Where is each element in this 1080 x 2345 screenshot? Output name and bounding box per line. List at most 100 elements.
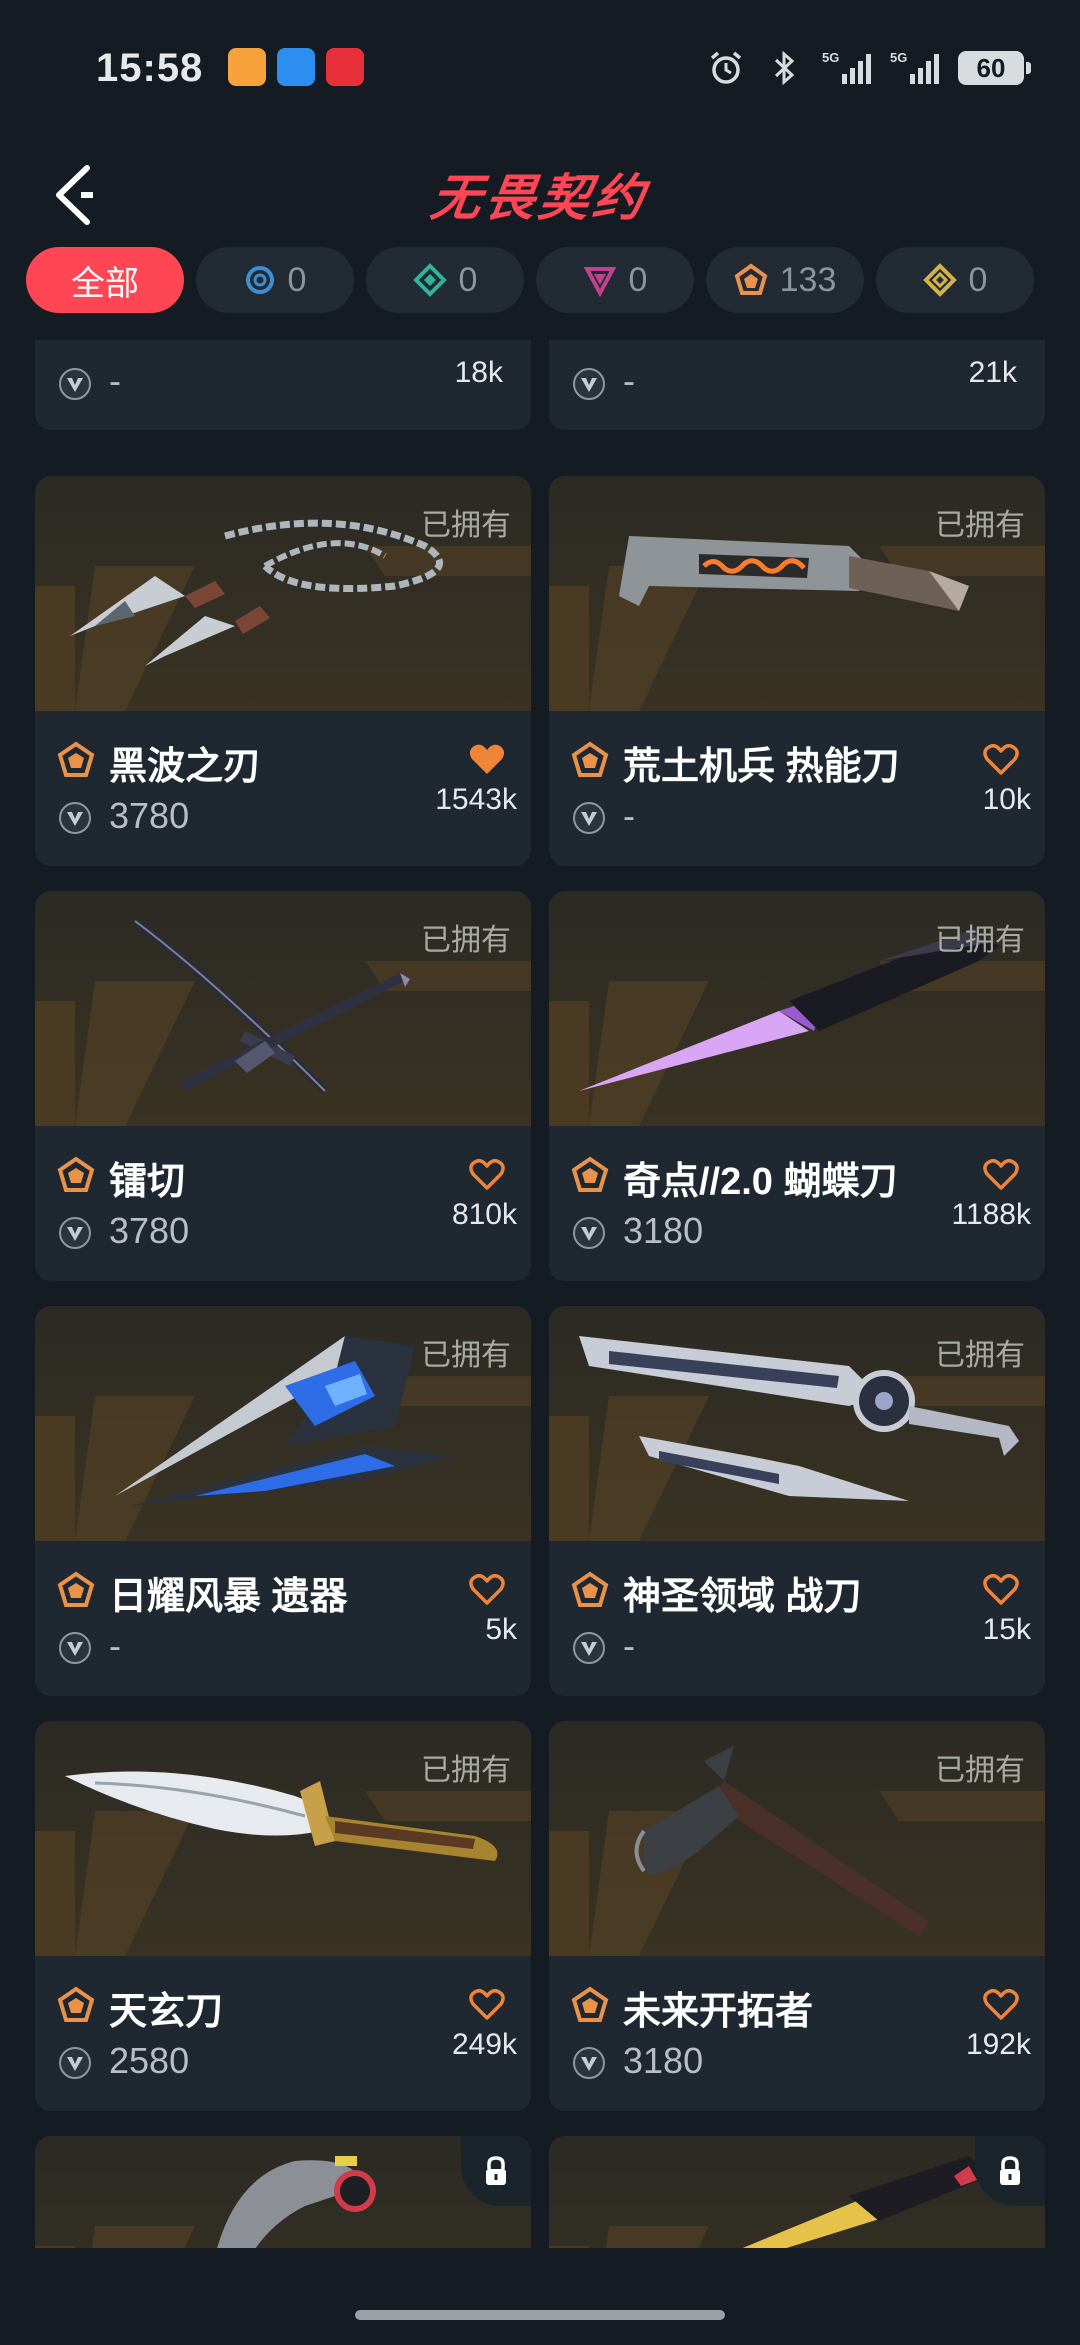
skin-card[interactable]: 已拥有 奇点//2.0 蝴蝶刀 3180 1188k	[549, 891, 1045, 1281]
tab-premium-tier[interactable]: 0	[536, 247, 694, 313]
heart-outline-icon[interactable]	[981, 1984, 1021, 2024]
weapon-image	[742, 2156, 989, 2248]
heart-outline-icon[interactable]	[467, 1984, 507, 2024]
tab-select-tier[interactable]: 0	[196, 247, 354, 313]
skin-name: 镭切	[109, 1161, 186, 1203]
vp-currency-icon	[573, 368, 605, 400]
owned-label: 已拥有	[421, 1339, 511, 1372]
skin-price: -	[623, 795, 635, 836]
skin-preview	[35, 2136, 531, 2248]
vp-currency-icon	[59, 2047, 91, 2079]
skin-price: 3180	[623, 1210, 704, 1251]
exclusive-tier-icon	[57, 1986, 95, 2022]
skin-preview: 已拥有	[549, 1721, 1045, 1956]
exclusive-tier-icon	[571, 1156, 609, 1192]
skin-name: 神圣领域 战刀	[623, 1576, 862, 1618]
like-count: 18k	[454, 356, 503, 389]
tab-label: 全部	[71, 264, 139, 303]
lock-icon	[1000, 2156, 1020, 2185]
skin-card[interactable]: 已拥有 黑波之刃 3780 1543k	[35, 476, 531, 866]
bluetooth-icon	[774, 50, 795, 86]
skin-card[interactable]: 已拥有 荒土机兵 热能刀 - 10k	[549, 476, 1045, 866]
card-info: 天玄刀 2580 249k	[35, 1956, 531, 2111]
like-count: 1543k	[435, 783, 517, 816]
skin-price: 3780	[109, 795, 190, 836]
heart-outline-icon[interactable]	[981, 739, 1021, 779]
exclusive-tier-icon	[57, 1156, 95, 1192]
app-notification-icon	[326, 48, 364, 86]
tab-count: 0	[628, 260, 648, 299]
svg-text:5G: 5G	[890, 50, 907, 65]
exclusive-tier-icon	[571, 741, 609, 777]
skin-grid[interactable]: - 18k - 21k 已拥有 黑波之刃 3780 1543k 已拥有 荒土机兵…	[0, 340, 1080, 2248]
card-info: 日耀风暴 遗器 - 5k	[35, 1541, 531, 1696]
card-info: - 21k	[549, 340, 1045, 430]
skin-card[interactable]: 已拥有 未来开拓者 3180 192k	[549, 1721, 1045, 2111]
like-count: 10k	[982, 783, 1031, 816]
like-count: 1188k	[951, 1198, 1031, 1231]
skin-preview: 已拥有	[35, 476, 531, 711]
status-time: 15:58	[96, 46, 204, 90]
skin-card[interactable]: 已拥有 天玄刀 2580 249k	[35, 1721, 531, 2111]
alarm-icon	[710, 51, 742, 84]
vp-currency-icon	[59, 1217, 91, 1249]
skin-preview: 已拥有	[35, 1306, 531, 1541]
card-info: 黑波之刃 3780 1543k	[35, 711, 531, 866]
vp-currency-icon	[573, 2047, 605, 2079]
like-count: 15k	[982, 1613, 1031, 1646]
skin-card[interactable]: 已拥有 日耀风暴 遗器 - 5k	[35, 1306, 531, 1696]
skin-card-locked[interactable]	[35, 2136, 531, 2248]
skin-card[interactable]: 已拥有 镭切 3780 810k	[35, 891, 531, 1281]
skin-price: -	[623, 1625, 635, 1666]
vp-currency-icon	[573, 802, 605, 834]
like-count: 249k	[451, 2028, 517, 2061]
heart-outline-icon[interactable]	[981, 1569, 1021, 1609]
card-info: 镭切 3780 810k	[35, 1126, 531, 1281]
vp-currency-icon	[573, 1217, 605, 1249]
exclusive-tier-icon	[57, 741, 95, 777]
tab-all[interactable]: 全部	[26, 247, 184, 313]
exclusive-tier-icon	[734, 263, 767, 295]
app-notification-icon	[277, 48, 315, 86]
skin-name: 奇点//2.0 蝴蝶刀	[623, 1161, 898, 1203]
skin-price: 3780	[109, 1210, 190, 1251]
heart-outline-icon[interactable]	[467, 1569, 507, 1609]
skin-price: -	[623, 360, 635, 401]
exclusive-tier-icon	[571, 1571, 609, 1607]
skin-card-partial[interactable]: - 21k	[549, 340, 1045, 430]
skin-price: 2580	[109, 2040, 190, 2081]
tab-exclusive-tier[interactable]: 133	[706, 247, 864, 313]
card-info: 神圣领域 战刀 - 15k	[549, 1541, 1045, 1696]
status-icons: 5G 5G 60	[706, 44, 1031, 92]
tab-deluxe-tier[interactable]: 0	[366, 247, 524, 313]
signal-5g-icon: 5G	[822, 50, 871, 84]
exclusive-tier-icon	[57, 1571, 95, 1607]
owned-label: 已拥有	[935, 924, 1025, 957]
skin-card[interactable]: 已拥有 神圣领域 战刀 - 15k	[549, 1306, 1045, 1696]
premium-tier-icon	[583, 267, 616, 297]
signal-5g-icon: 5G	[890, 50, 939, 84]
tab-count: 133	[779, 260, 837, 299]
vp-currency-icon	[59, 368, 91, 400]
skin-card-partial[interactable]: - 18k	[35, 340, 531, 430]
skin-card-locked[interactable]	[549, 2136, 1045, 2248]
skin-preview: 已拥有	[549, 476, 1045, 711]
tab-ultra-tier[interactable]: 0	[876, 247, 1034, 313]
home-indicator[interactable]	[355, 2310, 725, 2320]
lock-icon	[486, 2156, 506, 2185]
svg-text:5G: 5G	[822, 50, 839, 65]
skin-preview: 已拥有	[35, 1721, 531, 1956]
heart-filled-icon[interactable]	[467, 739, 507, 779]
like-count: 810k	[451, 1198, 517, 1231]
like-count: 5k	[485, 1613, 517, 1646]
battery-level: 60	[976, 52, 1006, 83]
owned-label: 已拥有	[935, 1339, 1025, 1372]
heart-outline-icon[interactable]	[981, 1154, 1021, 1194]
select-tier-icon	[245, 266, 274, 294]
skin-preview: 已拥有	[35, 891, 531, 1126]
owned-label: 已拥有	[421, 1754, 511, 1787]
heart-outline-icon[interactable]	[467, 1154, 507, 1194]
exclusive-tier-icon	[571, 1986, 609, 2022]
status-bar: 15:58 5G 5G 60	[0, 0, 1080, 140]
skin-price: 3180	[623, 2040, 704, 2081]
